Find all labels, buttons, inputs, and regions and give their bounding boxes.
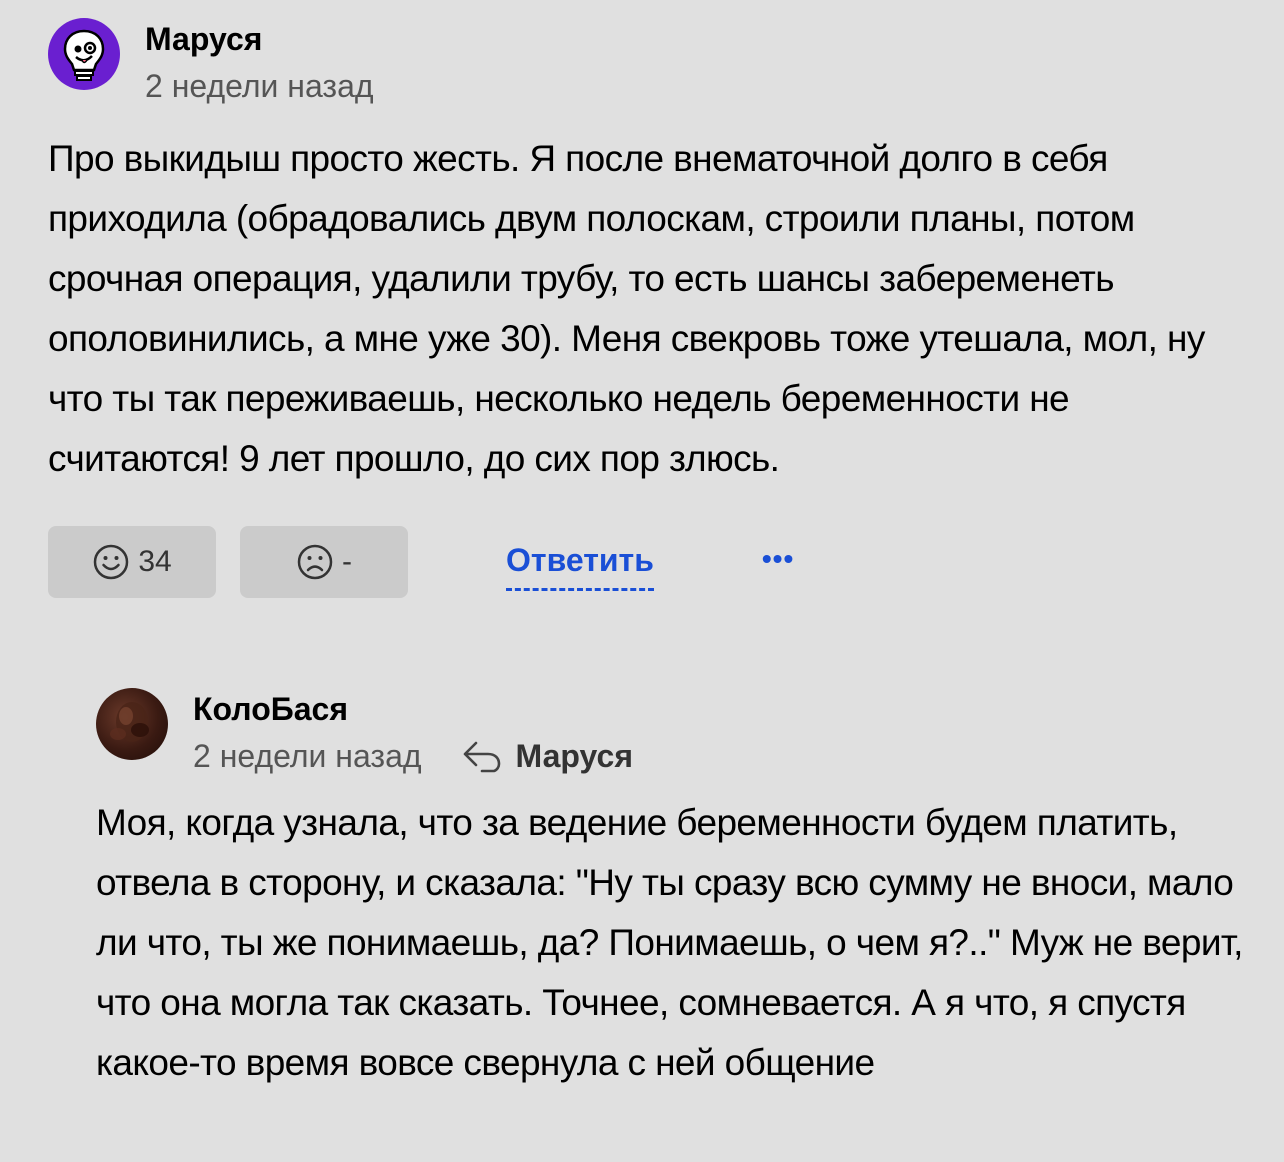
- reply-arrow-icon: [463, 741, 500, 773]
- comment-header: КолоБася 2 недели назад Маруся: [96, 688, 1266, 775]
- smile-icon: [94, 544, 129, 580]
- like-count: 34: [138, 545, 172, 578]
- dislike-button[interactable]: -: [240, 526, 408, 598]
- more-options-button[interactable]: •••: [762, 543, 794, 575]
- like-button[interactable]: 34: [48, 526, 216, 598]
- comment-text: Моя, когда узнала, что за ведение береме…: [96, 802, 1243, 1083]
- lightbulb-face-icon: [63, 29, 105, 81]
- comment-header: Маруся 2 недели назад: [48, 18, 1248, 105]
- frown-icon: [297, 544, 333, 580]
- comment-time: 2 недели назад: [145, 68, 374, 104]
- author-name[interactable]: Маруся: [145, 20, 374, 58]
- dislike-count: -: [342, 545, 352, 578]
- reply-button[interactable]: Ответить: [506, 542, 654, 591]
- avatar[interactable]: [48, 18, 120, 90]
- reply-to-link[interactable]: Маруся: [462, 738, 633, 775]
- reply-to-name: Маруся: [515, 737, 633, 774]
- comment-time: 2 недели назад: [193, 738, 422, 774]
- reply-comment: КолоБася 2 недели назад Маруся Моя, когд…: [96, 688, 1266, 1093]
- avatar[interactable]: [96, 688, 168, 760]
- comment-actions: 34 - Ответить •••: [48, 526, 1248, 598]
- comment-text: Про выкидыш просто жесть. Я после внемат…: [48, 138, 1205, 479]
- author-name[interactable]: КолоБася: [193, 690, 633, 728]
- comment: Маруся 2 недели назад Про выкидыш просто…: [48, 18, 1248, 598]
- avatar-photo: [110, 702, 149, 742]
